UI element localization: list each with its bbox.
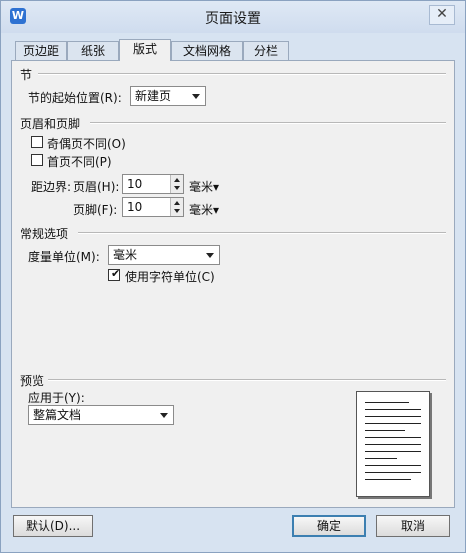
header-unit-dropdown[interactable]: 毫米▾ [189, 178, 219, 195]
preview-line [365, 444, 421, 445]
spin-down-icon [174, 209, 180, 213]
divider [48, 379, 446, 381]
preview-line [365, 458, 397, 459]
chevron-down-icon [206, 253, 214, 258]
divider [90, 122, 446, 124]
close-button[interactable]: ✕ [429, 5, 455, 25]
section-group-title: 节 [20, 68, 33, 82]
layout-panel: 节 节的起始位置(R): 新建页 页眉和页脚 奇偶页不同(O) 首页不同(P) … [11, 60, 455, 508]
general-options-group-title: 常规选项 [20, 227, 69, 241]
dialog-title: 页面设置 [205, 11, 261, 27]
cancel-button[interactable]: 取消 [376, 515, 450, 537]
header-distance-value: 10 [127, 177, 143, 191]
default-button[interactable]: 默认(D)... [13, 515, 93, 537]
measure-unit-value: 毫米 [113, 248, 138, 262]
first-page-checkbox[interactable] [31, 154, 43, 166]
spin-down-icon [174, 186, 180, 190]
section-start-select[interactable]: 新建页 [130, 86, 206, 106]
footer-distance-label: 页脚(F): [73, 203, 118, 217]
tab-layout[interactable]: 版式 [119, 39, 171, 61]
preview-group-title: 预览 [20, 374, 45, 388]
margin-label: 距边界: [31, 180, 72, 194]
preview-line [365, 437, 421, 438]
preview-line [365, 409, 421, 410]
apply-to-label: 应用于(Y): [28, 391, 85, 405]
preview-line [365, 430, 405, 431]
title-bar: W 页面设置 ✕ [1, 1, 465, 33]
tab-columns[interactable]: 分栏 [243, 41, 289, 60]
apply-to-select[interactable]: 整篇文档 [28, 405, 174, 425]
first-page-label: 首页不同(P) [47, 155, 112, 169]
section-start-value: 新建页 [135, 89, 172, 103]
spinner-buttons[interactable] [170, 198, 183, 216]
ok-button[interactable]: 确定 [292, 515, 366, 537]
preview-line [365, 416, 421, 417]
header-distance-spinner[interactable]: 10 [122, 174, 184, 194]
measure-unit-label: 度量单位(M): [28, 250, 100, 264]
apply-to-value: 整篇文档 [33, 408, 82, 422]
measure-unit-select[interactable]: 毫米 [108, 245, 220, 265]
header-footer-group-title: 页眉和页脚 [20, 117, 81, 131]
footer-distance-spinner[interactable]: 10 [122, 197, 184, 217]
header-distance-label: 页眉(H): [73, 180, 120, 194]
preview-line [365, 472, 421, 473]
preview-line [365, 465, 421, 466]
section-start-label: 节的起始位置(R): [28, 91, 122, 105]
divider [78, 232, 446, 234]
chevron-down-icon [192, 94, 200, 99]
tab-paper[interactable]: 纸张 [67, 41, 119, 60]
odd-even-checkbox[interactable] [31, 136, 43, 148]
odd-even-label: 奇偶页不同(O) [47, 137, 126, 151]
spin-up-icon [174, 201, 180, 205]
tab-margins[interactable]: 页边距 [15, 41, 67, 60]
page-setup-dialog: W 页面设置 ✕ 页边距 纸张 版式 文档网格 分栏 节 节的起始位置(R): … [0, 0, 466, 553]
spinner-buttons[interactable] [170, 175, 183, 193]
spin-up-icon [174, 178, 180, 182]
checkmark-icon: ✔ [111, 267, 121, 280]
preview-line [365, 423, 421, 424]
preview-line [365, 402, 409, 403]
footer-distance-value: 10 [127, 200, 143, 214]
divider [38, 73, 446, 75]
preview-line [365, 479, 411, 480]
preview-line [365, 451, 421, 452]
tab-document-grid[interactable]: 文档网格 [171, 41, 243, 60]
chevron-down-icon [160, 413, 168, 418]
footer-unit-dropdown[interactable]: 毫米▾ [189, 201, 219, 218]
char-unit-checkbox[interactable]: ✔ [108, 267, 121, 281]
char-unit-label: 使用字符单位(C) [125, 270, 215, 284]
page-preview [356, 391, 430, 497]
